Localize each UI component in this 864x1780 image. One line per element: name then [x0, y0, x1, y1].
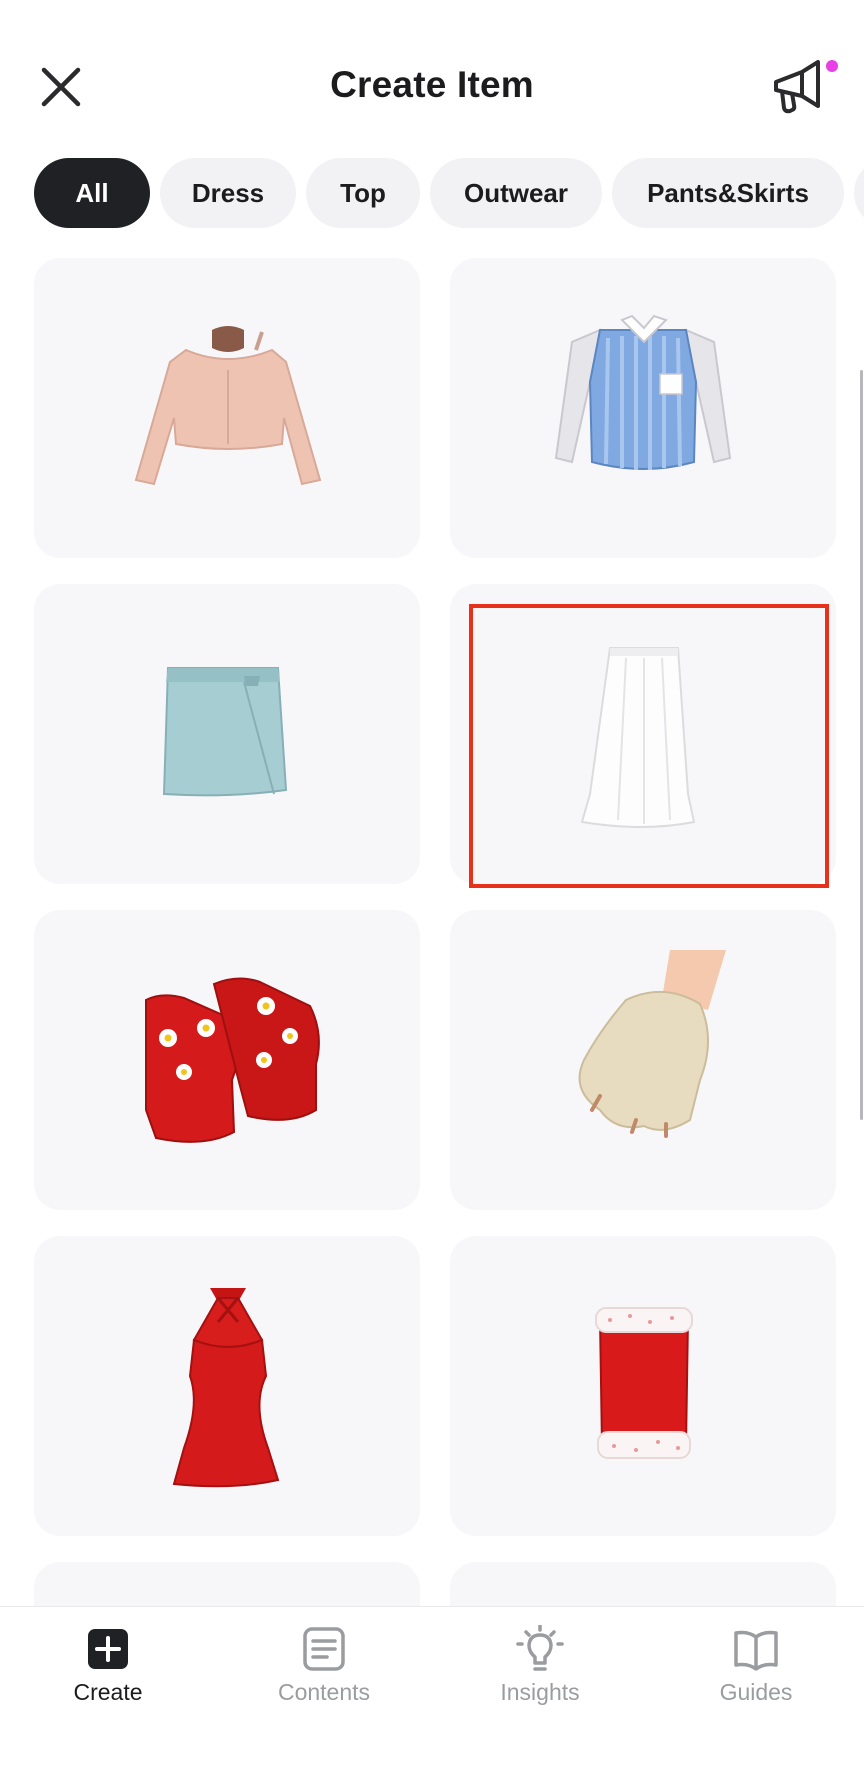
nav-guides-label: Guides [719, 1679, 793, 1705]
document-icon [303, 1627, 345, 1671]
item-card-blue-striped-shirt[interactable] [450, 258, 836, 558]
selection-highlight [469, 604, 829, 888]
bottom-nav: Create Contents Insights Guides [0, 1606, 864, 1780]
item-card-partial-right[interactable] [450, 1562, 836, 1608]
scrollbar[interactable] [860, 370, 863, 1120]
item-card-beige-paw-gloves[interactable] [450, 910, 836, 1210]
notification-dot [826, 60, 838, 72]
item-card-red-fur-trim-dress[interactable] [450, 1236, 836, 1536]
nav-create[interactable]: Create [0, 1607, 216, 1727]
chip-more[interactable] [854, 158, 864, 228]
item-card-partial-left[interactable] [34, 1562, 420, 1608]
category-filter-bar: All Dress Top Outwear Pants&Skirts [0, 158, 864, 230]
blue-wrap-skirt-image [162, 667, 288, 797]
red-fur-trim-dress-image [595, 1307, 693, 1459]
nav-contents-label: Contents [277, 1679, 371, 1705]
item-card-blue-wrap-skirt[interactable] [34, 584, 420, 884]
item-card-pink-crop-top[interactable] [34, 258, 420, 558]
chip-all[interactable]: All [34, 158, 150, 228]
chip-pants-skirts[interactable]: Pants&Skirts [612, 158, 844, 228]
lightbulb-icon [516, 1625, 564, 1671]
page-title: Create Item [330, 64, 534, 105]
beige-paw-gloves-image [578, 950, 726, 1138]
plus-square-icon [88, 1629, 128, 1669]
item-card-red-daisy-sandals[interactable] [34, 910, 420, 1210]
nav-guides[interactable]: Guides [648, 1607, 864, 1727]
chip-top[interactable]: Top [306, 158, 420, 228]
item-card-red-halter-dress[interactable] [34, 1236, 420, 1536]
chip-dress[interactable]: Dress [160, 158, 296, 228]
nav-contents[interactable]: Contents [216, 1607, 432, 1727]
nav-insights-label: Insights [500, 1679, 580, 1705]
chip-outwear[interactable]: Outwear [430, 158, 602, 228]
pink-crop-top-image [134, 326, 322, 486]
header: Create Item [0, 0, 864, 150]
book-icon [734, 1630, 778, 1671]
megaphone-icon [774, 60, 820, 114]
blue-striped-shirt-image [554, 314, 732, 470]
red-daisy-sandals-image [145, 977, 320, 1143]
nav-insights[interactable]: Insights [432, 1607, 648, 1727]
nav-create-label: Create [73, 1679, 143, 1705]
red-halter-dress-image [172, 1288, 280, 1488]
announcements-button[interactable] [766, 58, 834, 118]
item-grid [0, 258, 864, 1608]
